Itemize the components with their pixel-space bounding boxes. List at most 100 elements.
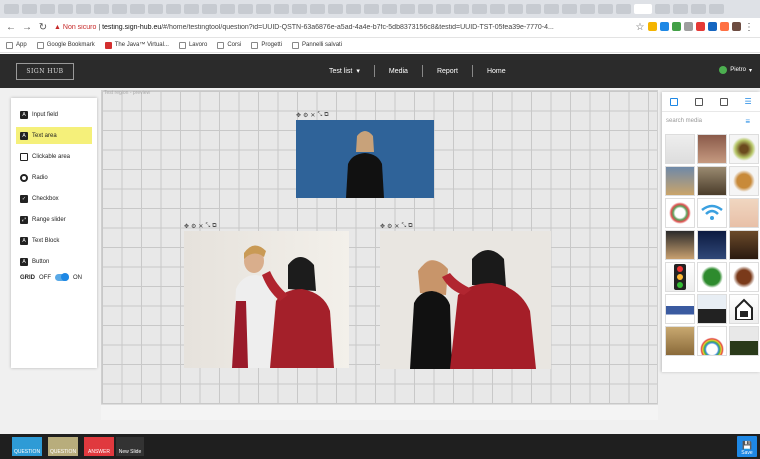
browser-tab[interactable]: [544, 4, 559, 14]
browser-tab[interactable]: [418, 4, 433, 14]
browser-tab[interactable]: [382, 4, 397, 14]
tool-radio[interactable]: Radio: [16, 169, 92, 186]
move-icon[interactable]: ✥: [184, 223, 189, 230]
extension-icon[interactable]: [660, 22, 669, 31]
reload-icon[interactable]: ↻: [38, 22, 48, 33]
video-tab-icon[interactable]: [695, 97, 704, 106]
clock-thumbnail[interactable]: [729, 230, 759, 260]
browser-tab[interactable]: [166, 4, 181, 14]
browser-tab[interactable]: [256, 4, 271, 14]
nav-test-list[interactable]: Test list ▾: [315, 67, 374, 76]
browser-tab[interactable]: [238, 4, 253, 14]
browser-tab[interactable]: [364, 4, 379, 14]
nav-media[interactable]: Media: [375, 68, 422, 75]
browser-tab[interactable]: [112, 4, 127, 14]
rainbow-thumbnail[interactable]: [697, 326, 727, 356]
browser-tab[interactable]: [184, 4, 199, 14]
copy-icon[interactable]: ⧉: [324, 112, 328, 119]
filter-icon[interactable]: ≡: [745, 117, 750, 126]
tool-checkbox[interactable]: ✓ Checkbox: [16, 190, 92, 207]
browser-tab[interactable]: [22, 4, 37, 14]
browser-tab[interactable]: [328, 4, 343, 14]
resize-icon[interactable]: ⤡: [317, 112, 322, 119]
bookmark-item[interactable]: Progetti: [251, 41, 282, 49]
media-photo-right[interactable]: [380, 231, 551, 369]
browser-tab[interactable]: [148, 4, 163, 14]
tree-thumbnail[interactable]: [697, 262, 727, 292]
copy-icon[interactable]: ⧉: [408, 223, 412, 230]
browser-tab[interactable]: [562, 4, 577, 14]
settings-icon[interactable]: ⚙: [303, 112, 308, 119]
browser-tab[interactable]: [346, 4, 361, 14]
browser-tab[interactable]: [274, 4, 289, 14]
browser-tab[interactable]: [673, 4, 688, 14]
gallery-tab-icon[interactable]: [719, 97, 728, 106]
car-thumbnail[interactable]: [665, 294, 695, 324]
nav-report[interactable]: Report: [423, 68, 472, 75]
wifi-icon[interactable]: [697, 198, 727, 228]
resize-icon[interactable]: ⤡: [401, 223, 406, 230]
close-icon[interactable]: ✕: [310, 112, 315, 119]
castle-thumbnail[interactable]: [697, 294, 727, 324]
tower-thumbnail[interactable]: [697, 230, 727, 260]
tool-button[interactable]: A Button: [16, 253, 92, 270]
extension-icon[interactable]: [708, 22, 717, 31]
browser-tab[interactable]: [655, 4, 670, 14]
media-photo-left[interactable]: [184, 231, 349, 368]
move-icon[interactable]: ✥: [296, 112, 301, 119]
browser-tab[interactable]: [58, 4, 73, 14]
settings-icon[interactable]: ⚙: [191, 223, 196, 230]
browser-tab[interactable]: [400, 4, 415, 14]
star-icon[interactable]: ☆: [635, 22, 645, 33]
slide-thumb[interactable]: QUESTION: [12, 437, 42, 456]
extension-icon[interactable]: [684, 22, 693, 31]
tool-input-field[interactable]: A Input field: [16, 106, 92, 123]
browser-tab[interactable]: [709, 4, 724, 14]
browser-tab[interactable]: [616, 4, 631, 14]
back-icon[interactable]: ←: [6, 22, 16, 33]
street-thumbnail[interactable]: [697, 166, 727, 196]
move-icon[interactable]: ✥: [380, 223, 385, 230]
browser-tab[interactable]: [292, 4, 307, 14]
extension-icon[interactable]: [720, 22, 729, 31]
address-field[interactable]: ▲ Non sicuro | testing.sign-hub.eu/#/hom…: [54, 24, 629, 31]
extension-icon[interactable]: [648, 22, 657, 31]
grid-toggle[interactable]: [55, 273, 69, 281]
tool-text-area[interactable]: A Text area: [16, 127, 92, 144]
tool-text-block[interactable]: A Text Block: [16, 232, 92, 249]
extension-icon[interactable]: [696, 22, 705, 31]
bookmark-item[interactable]: Pannelli salvati: [292, 41, 342, 49]
browser-tab[interactable]: [454, 4, 469, 14]
browser-tab[interactable]: [526, 4, 541, 14]
browser-tab[interactable]: [202, 4, 217, 14]
landscape-thumbnail[interactable]: [729, 326, 759, 356]
bookmark-item[interactable]: The Java™ Virtual...: [104, 41, 169, 49]
browser-tab[interactable]: [4, 4, 19, 14]
tool-range-slider[interactable]: ⤢ Range slider: [16, 211, 92, 228]
browser-tab[interactable]: [436, 4, 451, 14]
browser-tab[interactable]: [130, 4, 145, 14]
bird-thumbnail[interactable]: [665, 326, 695, 356]
couple-thumbnail[interactable]: [697, 134, 727, 164]
media-video-signer[interactable]: [296, 120, 434, 198]
image-tab-icon[interactable]: [670, 97, 679, 106]
two-women-thumbnail[interactable]: [665, 134, 695, 164]
wreath-thumbnail[interactable]: [665, 198, 695, 228]
browser-tab[interactable]: [94, 4, 109, 14]
bookmark-item[interactable]: Lavoro: [178, 41, 207, 49]
extension-icon[interactable]: [672, 22, 681, 31]
forward-icon[interactable]: →: [22, 22, 32, 33]
profile-avatar[interactable]: [732, 22, 741, 31]
browser-tab[interactable]: [40, 4, 55, 14]
sign-hub-logo[interactable]: SIGN HUB: [16, 63, 74, 80]
cathedral-thumbnail[interactable]: [665, 166, 695, 196]
tool-clickable-area[interactable]: Clickable area: [16, 148, 92, 165]
browser-tab[interactable]: [472, 4, 487, 14]
traffic-light-thumbnail[interactable]: [665, 262, 695, 292]
user-menu[interactable]: Pietro ▾: [719, 66, 752, 74]
close-icon[interactable]: ✕: [394, 223, 399, 230]
list-view-icon[interactable]: ☰: [744, 97, 751, 106]
settings-icon[interactable]: ⚙: [387, 223, 392, 230]
bookmark-item[interactable]: App: [6, 41, 27, 49]
avocado-thumbnail[interactable]: [729, 134, 759, 164]
